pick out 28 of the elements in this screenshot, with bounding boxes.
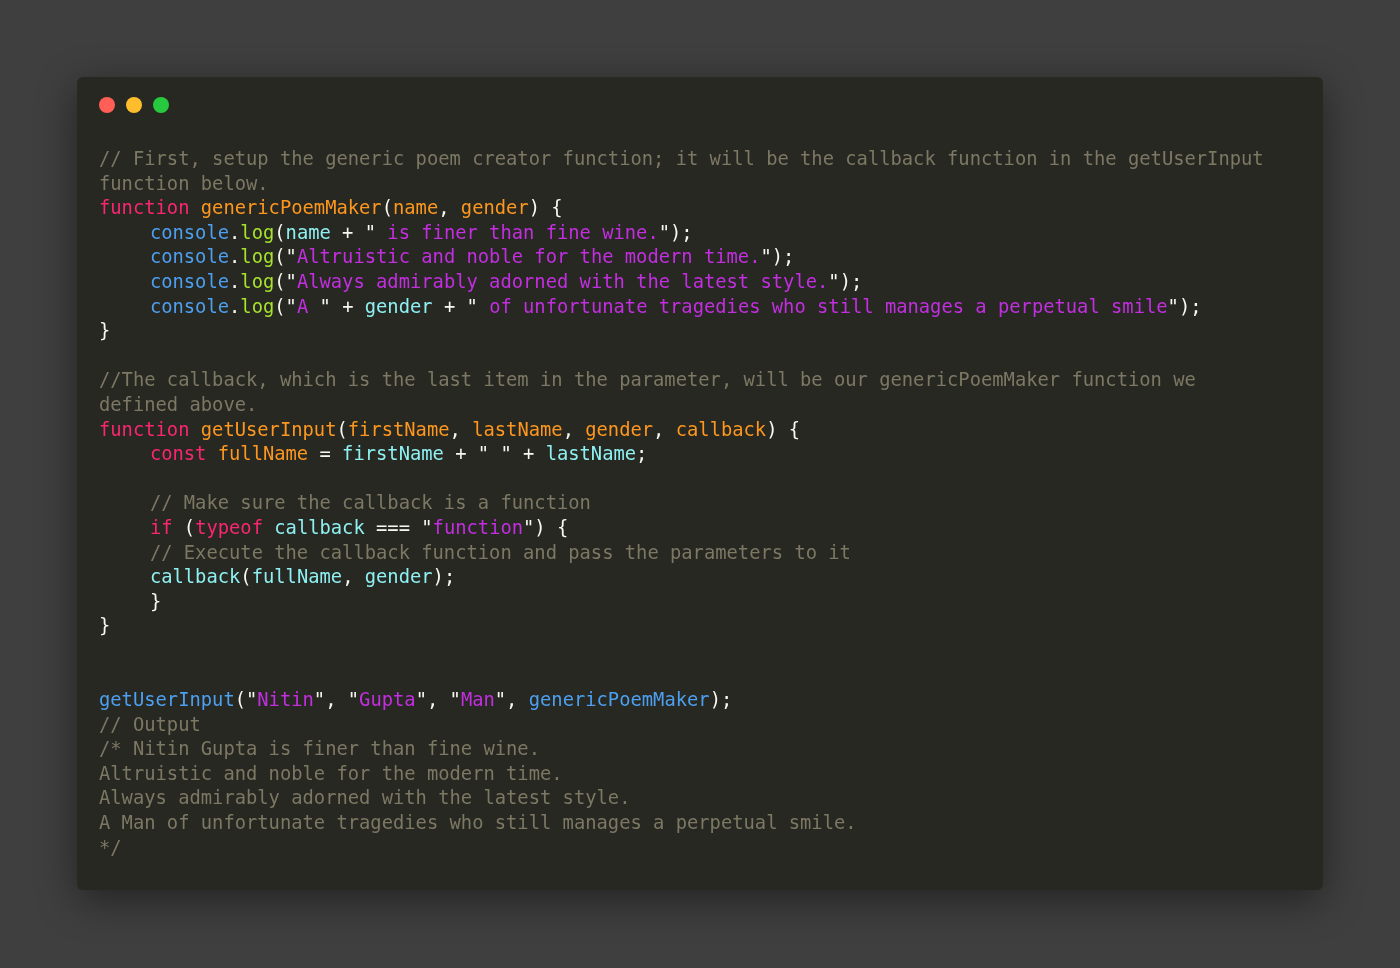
code-line: A Man of unfortunate tragedies who still manages a perpetual smile. (99, 811, 857, 836)
code-line: //The callback, which is the last item in the parameter, will be our genericPoemMaker function we (99, 368, 1196, 393)
code-line: getUserInput("Nitin", "Gupta", "Man", genericPoemMaker); (99, 688, 733, 713)
code-line: Altruistic and noble for the modern time. (99, 761, 563, 786)
zoom-control[interactable] (153, 97, 169, 113)
code-line: } (99, 319, 111, 344)
code-line: /* Nitin Gupta is finer than fine wine. (99, 737, 540, 762)
close-control[interactable] (99, 97, 115, 113)
code-line: callback(fullName, gender); (148, 565, 456, 590)
code-line: console.log("Altruistic and noble for the modern time."); (148, 245, 795, 270)
code-line: console.log(name + " is finer than fine wine."); (148, 220, 693, 245)
code-line: console.log("Always admirably adorned with the latest style."); (148, 269, 863, 294)
code-line: function getUserInput(firstName, lastName, gender, callback) { (99, 417, 801, 442)
code-line: // First, setup the generic poem creator function; it will be the callback function in the getUserInput (99, 147, 1264, 171)
code-line: // Make sure the callback is a function (148, 491, 591, 516)
code-line: function below. (99, 171, 269, 196)
code-line: const fullName = firstName + " " + lastName; (148, 442, 648, 467)
code-line: // Output (99, 712, 201, 737)
code-line: defined above. (99, 392, 258, 417)
minimize-control[interactable] (126, 97, 142, 113)
code-line: } (99, 614, 111, 639)
code-line: // Execute the callback function and pass the parameters to it (148, 540, 851, 565)
code-line: console.log("A " + gender + " of unfortunate tragedies who still manages a perpetual smile"); (148, 294, 1202, 319)
code-line: } (148, 589, 162, 614)
code-line: */ (99, 835, 122, 860)
code-line: if (typeof callback === "function") { (148, 515, 569, 540)
code-line: function genericPoemMaker(name, gender) { (99, 196, 563, 221)
code-line: Always admirably adorned with the latest style. (99, 786, 631, 811)
